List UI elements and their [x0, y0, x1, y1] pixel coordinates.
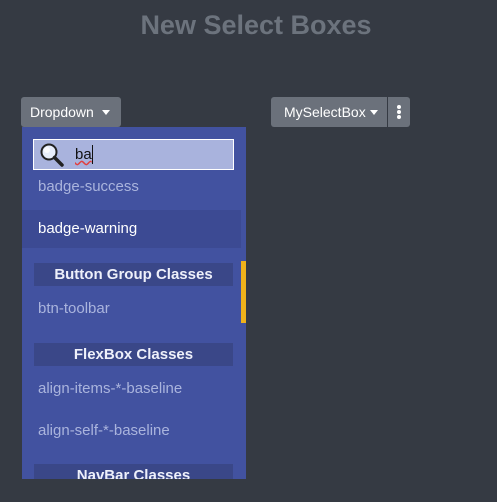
myselectbox-button[interactable]: MySelectBox — [271, 97, 387, 127]
menu-item-btn-toolbar[interactable]: btn-toolbar — [22, 290, 241, 328]
more-options-button[interactable] — [388, 97, 410, 127]
search-icon — [40, 143, 64, 167]
dropdown-button-label: Dropdown — [30, 104, 94, 120]
caret-down-icon — [102, 110, 110, 115]
dropdown-menu: ba badge-success badge-warning Button Gr… — [22, 127, 246, 479]
dropdown-button[interactable]: Dropdown — [21, 97, 121, 127]
menu-item-badge-warning[interactable]: badge-warning — [22, 210, 241, 248]
menu-item-badge-success[interactable]: badge-success — [22, 168, 241, 206]
search-value: ba — [75, 146, 92, 163]
page: New Select Boxes Dropdown MySelectBox ba… — [0, 0, 497, 502]
text-cursor — [92, 145, 93, 164]
menu-item-align-self-baseline[interactable]: align-self-*-baseline — [22, 412, 241, 450]
myselectbox-button-label: MySelectBox — [284, 104, 366, 120]
scrollbar-thumb[interactable] — [241, 261, 246, 323]
group-header-flexbox-classes: FlexBox Classes — [34, 343, 233, 366]
page-title: New Select Boxes — [140, 10, 372, 40]
group-header-navbar-classes: NavBar Classes — [34, 464, 233, 479]
menu-item-align-items-baseline[interactable]: align-items-*-baseline — [22, 370, 241, 408]
group-header-button-group-classes: Button Group Classes — [34, 263, 233, 286]
search-input[interactable]: ba — [33, 139, 234, 170]
caret-down-icon — [370, 110, 378, 115]
